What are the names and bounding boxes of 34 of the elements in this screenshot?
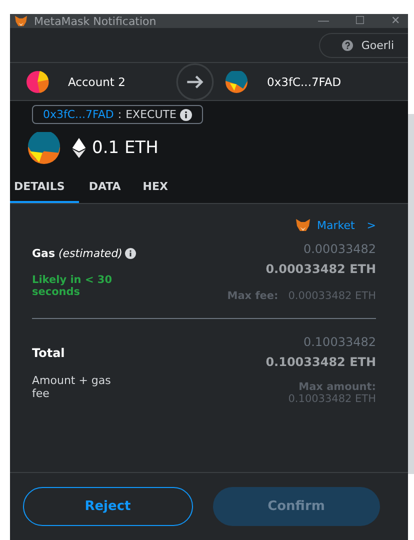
contract-address[interactable]: 0x3fC...7FAD xyxy=(43,108,114,121)
tab[interactable]: HEX xyxy=(138,174,180,203)
fox-icon xyxy=(14,15,28,27)
tab[interactable]: DETAILS xyxy=(10,174,79,203)
reject-button[interactable]: Reject xyxy=(23,487,192,526)
ethereum-icon xyxy=(72,138,86,158)
account-name: Account 2 xyxy=(68,74,126,88)
maximize-button[interactable]: ☐ xyxy=(351,15,369,27)
max-amount-label: Max amount: xyxy=(298,381,376,393)
gas-value-eth: 0.00033482 ETH xyxy=(266,262,376,276)
gas-value: 0.00033482 xyxy=(303,242,376,256)
fox-icon xyxy=(294,218,311,232)
total-value: 0.10033482 xyxy=(303,335,376,349)
help-icon xyxy=(342,40,354,50)
total-value-eth: 0.10033482 ETH xyxy=(266,355,376,369)
timing-estimate: Likely in < 30 seconds xyxy=(32,274,114,298)
info-icon[interactable] xyxy=(125,248,136,258)
method-name: EXECUTE xyxy=(126,108,176,121)
minimize-button[interactable]: — xyxy=(314,15,333,27)
recipient-address: 0x3fC...7FAD xyxy=(267,74,342,88)
total-label: Total xyxy=(32,346,66,360)
info-icon[interactable] xyxy=(180,108,192,120)
total-sublabel: Amount + gas fee xyxy=(32,374,112,400)
method-separator: : xyxy=(118,108,122,121)
max-fee-value: 0.00033482 ETH xyxy=(288,290,376,302)
max-fee-label: Max fee: xyxy=(227,290,278,302)
close-button[interactable]: ✕ xyxy=(387,15,404,27)
network-selector[interactable]: Goerli xyxy=(319,32,408,58)
window-title: MetaMask Notification xyxy=(34,14,158,28)
tab[interactable]: DATA xyxy=(84,174,133,203)
gas-label: Gas (estimated) xyxy=(32,246,122,260)
max-amount-value: 0.10033482 ETH xyxy=(288,393,376,405)
amount: 0.1 ETH xyxy=(92,138,158,158)
market-link[interactable]: Market > xyxy=(294,214,376,236)
